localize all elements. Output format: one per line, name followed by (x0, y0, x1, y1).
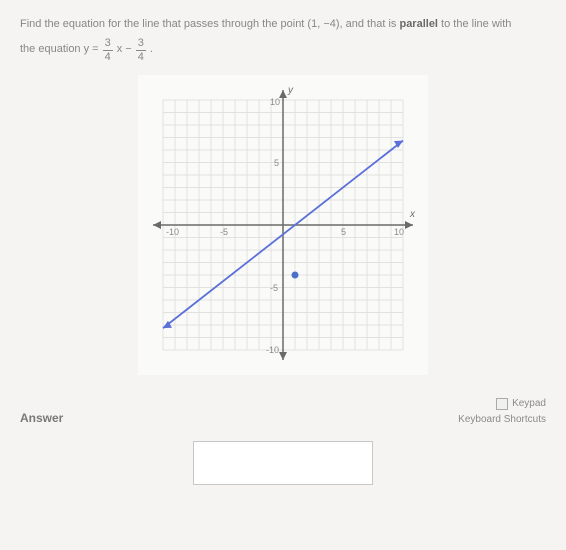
question-mid: , and that is (340, 18, 400, 30)
question-point: (1, −4) (307, 18, 339, 30)
fraction-1: 3 4 (103, 38, 113, 63)
question-prefix: Find the equation for the line that pass… (20, 18, 307, 30)
coordinate-graph: x y -10 -5 5 10 10 5 -5 -10 (138, 75, 428, 375)
tick-pos5-x: 5 (341, 227, 346, 237)
keypad-button[interactable]: Keypad (458, 398, 546, 410)
equation-period: . (150, 41, 153, 59)
tick-neg10-y: -10 (266, 345, 279, 355)
equation-lead: the equation y = (20, 41, 99, 59)
keypad-icon (496, 398, 508, 410)
frac2-num: 3 (136, 38, 146, 51)
arrow-left-icon (153, 221, 161, 229)
tick-pos5-y: 5 (274, 158, 279, 168)
frac2-den: 4 (136, 51, 146, 63)
frac1-num: 3 (103, 38, 113, 51)
question-text: Find the equation for the line that pass… (20, 16, 546, 63)
keypad-text: Keypad (512, 398, 546, 409)
answer-label: Answer (20, 411, 63, 425)
target-point (292, 271, 299, 278)
arrow-down-icon (279, 352, 287, 360)
y-axis-label: y (287, 85, 294, 96)
arrow-right-icon (405, 221, 413, 229)
equation-x: x − (117, 41, 132, 59)
tick-neg10-x: -10 (166, 227, 179, 237)
keyboard-shortcuts-button[interactable]: Keyboard Shortcuts (458, 414, 546, 425)
question-keyword: parallel (399, 18, 438, 30)
tick-pos10-x: 10 (394, 227, 404, 237)
graph-container: x y -10 -5 5 10 10 5 -5 -10 (20, 75, 546, 380)
question-suffix: to the line with (438, 18, 511, 30)
x-axis-label: x (409, 209, 416, 220)
tick-pos10-y: 10 (270, 97, 280, 107)
frac1-den: 4 (103, 51, 113, 63)
tick-neg5-x: -5 (220, 227, 228, 237)
tick-neg5-y: -5 (270, 283, 278, 293)
arrow-up-icon (279, 90, 287, 98)
answer-input[interactable] (193, 441, 373, 485)
equation-line: the equation y = 3 4 x − 3 4 . (20, 38, 546, 63)
fraction-2: 3 4 (136, 38, 146, 63)
